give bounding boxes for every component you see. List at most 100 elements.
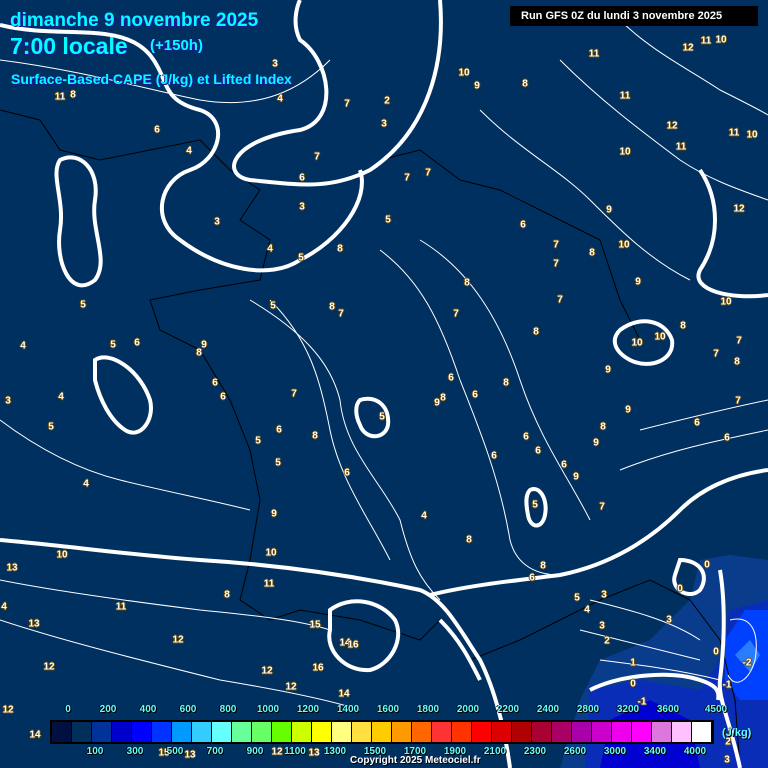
lifted-index-value: 3	[601, 589, 607, 601]
lifted-index-value: 13	[28, 618, 40, 630]
lifted-index-value: 8	[680, 320, 686, 332]
lifted-index-value: 9	[625, 404, 631, 416]
lifted-index-value: 3	[5, 395, 11, 407]
legend-tick-top: 2800	[576, 704, 600, 715]
lifted-index-value: 10	[720, 296, 732, 308]
legend-tick-bottom: 2300	[523, 746, 547, 757]
legend-tick-top: 200	[99, 704, 117, 715]
legend-tick-top: 4500	[704, 704, 728, 715]
lifted-index-value: 9	[635, 276, 641, 288]
lifted-index-value: 3	[724, 754, 730, 766]
lifted-index-value: 7	[553, 239, 559, 251]
lifted-index-value: 12	[261, 665, 273, 677]
lifted-index-value: 3	[272, 58, 278, 70]
lifted-index-value: 9	[593, 437, 599, 449]
lifted-index-value: 12	[271, 746, 283, 758]
legend-swatch	[332, 722, 352, 742]
lifted-index-value: 5	[80, 299, 86, 311]
lifted-index-value: 1	[630, 657, 636, 669]
legend-swatch	[152, 722, 172, 742]
legend-swatch	[192, 722, 212, 742]
lifted-index-value: 14	[338, 688, 350, 700]
lifted-index-value: 0	[630, 678, 636, 690]
legend-tick-top: 1000	[256, 704, 280, 715]
legend-tick-bottom: 2100	[483, 746, 507, 757]
lifted-index-value: 5	[270, 300, 276, 312]
cape-lifted-index-map	[0, 0, 768, 768]
legend-tick-bottom: 4000	[683, 746, 707, 757]
lifted-index-value: 12	[2, 704, 14, 716]
legend-swatch	[232, 722, 252, 742]
lifted-index-value: 3	[381, 118, 387, 130]
lifted-index-value: 8	[522, 78, 528, 90]
legend-swatch	[452, 722, 472, 742]
model-run-info: Run GFS 0Z du lundi 3 novembre 2025	[510, 6, 758, 26]
legend-swatch	[272, 722, 292, 742]
legend-swatch	[312, 722, 332, 742]
lifted-index-value: 4	[83, 478, 89, 490]
lifted-index-value: 11	[54, 91, 66, 103]
lifted-index-value: 2	[384, 95, 390, 107]
legend-tick-top: 800	[219, 704, 237, 715]
legend-swatch	[132, 722, 152, 742]
legend-swatch	[52, 722, 72, 742]
lifted-index-value: 13	[184, 749, 196, 761]
lifted-index-value: -1	[722, 679, 732, 691]
lifted-index-value: 8	[503, 377, 509, 389]
legend-tick-top: 3600	[656, 704, 680, 715]
lifted-index-value: 7	[404, 172, 410, 184]
lifted-index-value: 12	[733, 203, 745, 215]
lifted-index-value: 5	[275, 457, 281, 469]
lifted-index-value: 7	[425, 167, 431, 179]
lifted-index-value: 8	[540, 560, 546, 572]
legend-tick-top: 1200	[296, 704, 320, 715]
forecast-time: 7:00 locale	[10, 33, 128, 59]
legend-swatch	[692, 722, 712, 742]
lifted-index-value: 15	[309, 619, 321, 631]
lifted-index-value: 8	[464, 277, 470, 289]
legend-swatch	[352, 722, 372, 742]
lifted-index-value: 5	[385, 214, 391, 226]
lifted-index-value: 7	[338, 308, 344, 320]
legend-swatch	[572, 722, 592, 742]
lifted-index-value: 6	[523, 431, 529, 443]
legend-tick-top: 1600	[376, 704, 400, 715]
lifted-index-value: 2	[604, 635, 610, 647]
lifted-index-value: 16	[347, 639, 359, 651]
lifted-index-value: 10	[654, 331, 666, 343]
legend-swatch	[92, 722, 112, 742]
lifted-index-value: 5	[298, 252, 304, 264]
lifted-index-value: 5	[379, 411, 385, 423]
legend-tick-top: 1400	[336, 704, 360, 715]
lifted-index-value: 6	[491, 450, 497, 462]
lifted-index-value: 14	[29, 729, 41, 741]
cape-color-legend	[50, 720, 714, 744]
lifted-index-value: 7	[599, 501, 605, 513]
legend-swatch	[112, 722, 132, 742]
legend-tick-bottom: 1100	[284, 746, 306, 757]
lifted-index-value: 10	[618, 239, 630, 251]
legend-swatch	[632, 722, 652, 742]
lifted-index-value: 5	[532, 499, 538, 511]
lifted-index-value: 10	[631, 337, 643, 349]
legend-tick-bottom: 300	[126, 746, 144, 757]
legend-tick-bottom: 3000	[603, 746, 627, 757]
lifted-index-value: 7	[453, 308, 459, 320]
lifted-index-value: 10	[619, 146, 631, 158]
lifted-index-value: -2	[742, 657, 752, 669]
lifted-index-value: 12	[172, 634, 184, 646]
lifted-index-value: 11	[675, 141, 687, 153]
lifted-index-value: 7	[713, 348, 719, 360]
lifted-index-value: 0	[713, 646, 719, 658]
legend-tick-bottom: 3400	[643, 746, 667, 757]
lifted-index-value: 7	[557, 294, 563, 306]
legend-tick-bottom: 700	[206, 746, 224, 757]
legend-swatch	[292, 722, 312, 742]
lifted-index-value: 16	[312, 662, 324, 674]
lifted-index-value: 6	[724, 432, 730, 444]
legend-swatch	[252, 722, 272, 742]
lifted-index-value: 8	[224, 589, 230, 601]
legend-swatch	[212, 722, 232, 742]
lifted-index-value: 4	[58, 391, 64, 403]
lifted-index-value: 6	[520, 219, 526, 231]
